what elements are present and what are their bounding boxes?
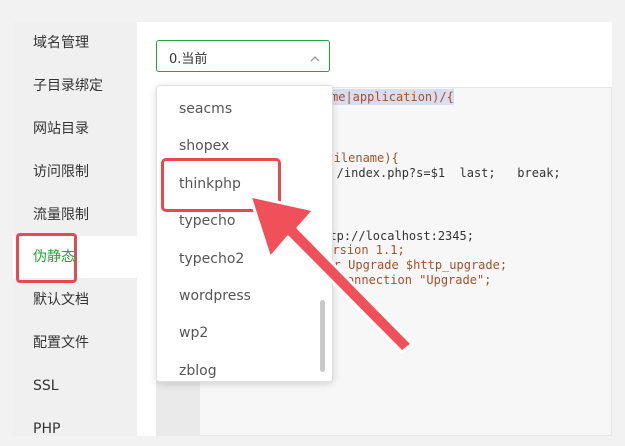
pointer-arrow-icon — [248, 194, 414, 354]
